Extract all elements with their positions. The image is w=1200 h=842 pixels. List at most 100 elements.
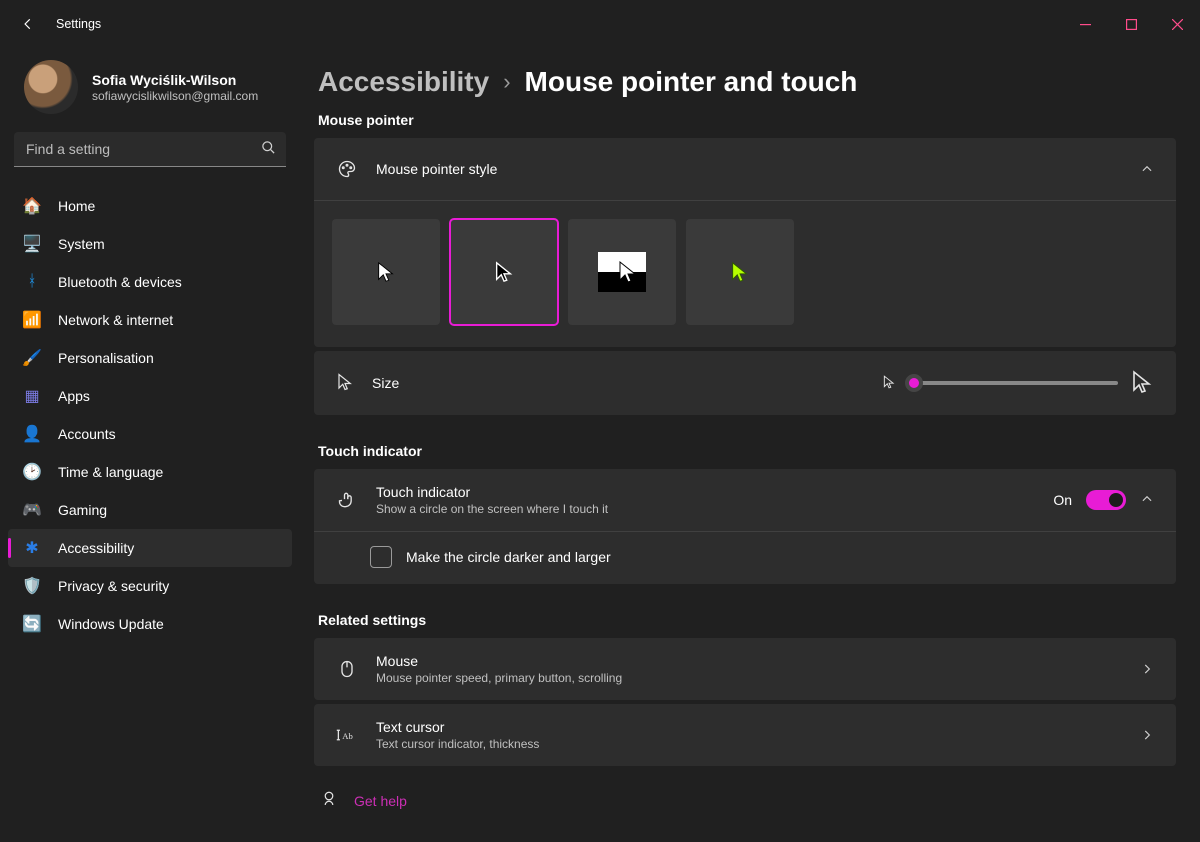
sidebar-item-label: Home bbox=[58, 198, 95, 214]
sidebar: Sofia Wyciślik-Wilson sofiawycislikwilso… bbox=[0, 48, 300, 842]
minimize-button[interactable] bbox=[1062, 8, 1108, 40]
sidebar-item-system[interactable]: 🖥️ System bbox=[8, 225, 292, 263]
sidebar-item-accounts[interactable]: 👤 Accounts bbox=[8, 415, 292, 453]
avatar bbox=[24, 60, 78, 114]
sidebar-item-label: Privacy & security bbox=[58, 578, 169, 594]
slider-knob[interactable] bbox=[905, 374, 923, 392]
related-subtitle: Text cursor indicator, thickness bbox=[376, 737, 539, 751]
touch-title: Touch indicator bbox=[376, 484, 608, 500]
pointer-size-row: Size bbox=[314, 351, 1176, 415]
maximize-button[interactable] bbox=[1108, 8, 1154, 40]
search-box[interactable] bbox=[14, 132, 286, 167]
title-bar: Settings bbox=[0, 0, 1200, 48]
wifi-icon: 📶 bbox=[22, 310, 42, 330]
svg-text:Ab: Ab bbox=[342, 731, 353, 741]
cursor-large-icon bbox=[1130, 370, 1154, 397]
sidebar-item-network[interactable]: 📶 Network & internet bbox=[8, 301, 292, 339]
search-input[interactable] bbox=[24, 140, 261, 158]
touch-indicator-row[interactable]: Touch indicator Show a circle on the scr… bbox=[314, 469, 1176, 531]
brush-icon: 🖌️ bbox=[22, 348, 42, 368]
sidebar-item-home[interactable]: 🏠 Home bbox=[8, 187, 292, 225]
pointer-style-custom[interactable] bbox=[686, 219, 794, 325]
gaming-icon: 🎮 bbox=[22, 500, 42, 520]
cursor-outline-icon bbox=[336, 373, 354, 394]
toggle-state-label: On bbox=[1053, 492, 1072, 508]
get-help-row[interactable]: Get help bbox=[314, 780, 1176, 811]
cursor-small-icon bbox=[882, 375, 896, 392]
back-button[interactable] bbox=[18, 14, 38, 34]
touch-sub-option-row[interactable]: Make the circle darker and larger bbox=[314, 531, 1176, 584]
home-icon: 🏠 bbox=[22, 196, 42, 216]
touch-icon bbox=[336, 490, 358, 510]
chevron-right-icon bbox=[1140, 662, 1154, 676]
mouse-icon bbox=[336, 659, 358, 679]
sidebar-item-privacy[interactable]: 🛡️ Privacy & security bbox=[8, 567, 292, 605]
nav-list: 🏠 Home 🖥️ System ᚼ Bluetooth & devices 📶 Net… bbox=[0, 181, 300, 649]
close-button[interactable] bbox=[1154, 8, 1200, 40]
sidebar-item-label: Windows Update bbox=[58, 616, 164, 632]
pointer-style-header[interactable]: Mouse pointer style bbox=[314, 138, 1176, 200]
pointer-style-inverted[interactable] bbox=[568, 219, 676, 325]
app-title: Settings bbox=[56, 17, 101, 31]
user-email: sofiawycislikwilson@gmail.com bbox=[92, 89, 258, 103]
section-related: Related settings bbox=[318, 612, 1176, 628]
sidebar-item-update[interactable]: 🔄 Windows Update bbox=[8, 605, 292, 643]
sidebar-item-label: Accounts bbox=[58, 426, 116, 442]
related-mouse-row[interactable]: Mouse Mouse pointer speed, primary butto… bbox=[314, 638, 1176, 700]
touch-toggle[interactable] bbox=[1086, 490, 1126, 510]
sidebar-item-label: Bluetooth & devices bbox=[58, 274, 182, 290]
touch-subtitle: Show a circle on the screen where I touc… bbox=[376, 502, 608, 516]
size-slider[interactable] bbox=[908, 381, 1118, 385]
sidebar-item-label: Gaming bbox=[58, 502, 107, 518]
update-icon: 🔄 bbox=[22, 614, 42, 634]
pointer-style-black[interactable] bbox=[450, 219, 558, 325]
sidebar-item-accessibility[interactable]: ✱ Accessibility bbox=[8, 529, 292, 567]
chevron-up-icon bbox=[1140, 162, 1154, 176]
sidebar-item-label: Apps bbox=[58, 388, 90, 404]
page-title: Mouse pointer and touch bbox=[525, 66, 858, 98]
help-icon bbox=[320, 790, 338, 811]
related-subtitle: Mouse pointer speed, primary button, scr… bbox=[376, 671, 622, 685]
system-icon: 🖥️ bbox=[22, 234, 42, 254]
sidebar-item-label: Network & internet bbox=[58, 312, 173, 328]
sidebar-item-label: Personalisation bbox=[58, 350, 154, 366]
pointer-style-white[interactable] bbox=[332, 219, 440, 325]
sidebar-item-bluetooth[interactable]: ᚼ Bluetooth & devices bbox=[8, 263, 292, 301]
breadcrumb-parent[interactable]: Accessibility bbox=[318, 66, 489, 98]
size-label: Size bbox=[372, 375, 399, 391]
account-icon: 👤 bbox=[22, 424, 42, 444]
search-icon bbox=[261, 140, 276, 158]
clock-icon: 🕑 bbox=[22, 462, 42, 482]
sidebar-item-apps[interactable]: ▦ Apps bbox=[8, 377, 292, 415]
breadcrumb: Accessibility › Mouse pointer and touch bbox=[314, 66, 1176, 98]
sidebar-item-time[interactable]: 🕑 Time & language bbox=[8, 453, 292, 491]
apps-icon: ▦ bbox=[22, 386, 42, 406]
related-title: Mouse bbox=[376, 653, 622, 669]
pointer-style-panel: Mouse pointer style bbox=[314, 138, 1176, 347]
bluetooth-icon: ᚼ bbox=[22, 272, 42, 292]
accessibility-icon: ✱ bbox=[22, 538, 42, 558]
main-content: Accessibility › Mouse pointer and touch … bbox=[300, 48, 1200, 842]
pointer-style-options bbox=[314, 200, 1176, 347]
text-cursor-icon: Ab bbox=[336, 727, 358, 743]
chevron-right-icon: › bbox=[503, 69, 510, 95]
pointer-style-title: Mouse pointer style bbox=[376, 161, 497, 177]
shield-icon: 🛡️ bbox=[22, 576, 42, 596]
sidebar-item-gaming[interactable]: 🎮 Gaming bbox=[8, 491, 292, 529]
touch-sub-checkbox[interactable] bbox=[370, 546, 392, 568]
section-mouse-pointer: Mouse pointer bbox=[318, 112, 1176, 128]
section-touch-indicator: Touch indicator bbox=[318, 443, 1176, 459]
touch-indicator-panel: Touch indicator Show a circle on the scr… bbox=[314, 469, 1176, 584]
window-controls bbox=[1062, 8, 1200, 40]
sidebar-item-label: Time & language bbox=[58, 464, 163, 480]
sidebar-item-label: System bbox=[58, 236, 105, 252]
sidebar-item-label: Accessibility bbox=[58, 540, 134, 556]
touch-sub-label: Make the circle darker and larger bbox=[406, 549, 611, 565]
profile-block[interactable]: Sofia Wyciślik-Wilson sofiawycislikwilso… bbox=[0, 54, 300, 128]
related-text-cursor-row[interactable]: Ab Text cursor Text cursor indicator, th… bbox=[314, 704, 1176, 766]
chevron-right-icon bbox=[1140, 728, 1154, 742]
palette-icon bbox=[336, 159, 358, 179]
sidebar-item-personalisation[interactable]: 🖌️ Personalisation bbox=[8, 339, 292, 377]
related-title: Text cursor bbox=[376, 719, 539, 735]
get-help-link[interactable]: Get help bbox=[354, 793, 407, 809]
